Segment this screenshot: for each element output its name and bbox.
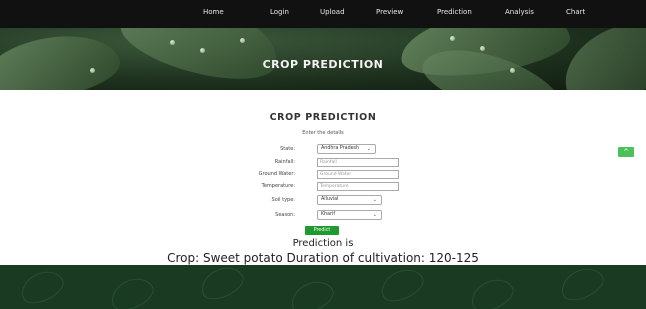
water-drop: [480, 46, 485, 51]
soil-label: Soil type:: [271, 197, 295, 203]
state-value: Andhra Pradesh: [321, 146, 360, 151]
state-row: State: Andhra Pradesh ⌄: [0, 144, 646, 155]
water-drop: [450, 36, 455, 41]
footer-leaf-pattern: [196, 265, 248, 305]
footer-leaf-pattern: [556, 265, 608, 306]
rainfall-row: Rainfall: Rainfall: [0, 158, 646, 168]
water-drop: [240, 38, 245, 43]
groundwater-label: Ground Water:: [258, 171, 295, 177]
footer-leaf-pattern: [16, 265, 68, 309]
footer-leaf-pattern: [286, 275, 338, 309]
chevron-down-icon: ⌄: [372, 197, 377, 203]
nav-login[interactable]: Login: [270, 8, 289, 16]
soil-select[interactable]: Alluvial ⌄: [317, 195, 382, 205]
chevron-up-icon: ^: [623, 148, 629, 156]
nav-upload[interactable]: Upload: [320, 8, 345, 16]
top-nav: Home Login Upload Preview Prediction Ana…: [0, 0, 646, 28]
nav-prediction[interactable]: Prediction: [437, 8, 472, 16]
footer-leaf-pattern: [376, 265, 428, 307]
nav-home[interactable]: Home: [203, 8, 224, 16]
footer-leaf-pattern: [106, 272, 158, 309]
season-row: Season: Kharif ⌄: [0, 210, 646, 221]
season-select[interactable]: Kharif ⌄: [317, 210, 382, 220]
rainfall-label: Rainfall:: [274, 159, 295, 165]
nav-chart[interactable]: Chart: [566, 8, 585, 16]
nav-preview[interactable]: Preview: [376, 8, 403, 16]
season-value: Kharif: [321, 212, 336, 217]
rainfall-input[interactable]: Rainfall: [317, 158, 399, 167]
temperature-row: Temperature: Temperature: [0, 182, 646, 192]
temperature-label: Temperature:: [261, 183, 295, 189]
nav-analysis[interactable]: Analysis: [505, 8, 534, 16]
water-drop: [170, 40, 175, 45]
water-drop: [200, 48, 205, 53]
soil-row: Soil type: Alluvial ⌄: [0, 195, 646, 206]
hero-banner: CROP PREDICTION: [0, 28, 646, 90]
footer-leaf-pattern: [466, 273, 518, 309]
predict-button[interactable]: Predict: [305, 226, 339, 235]
soil-value: Alluvial: [321, 197, 339, 202]
footer: [0, 265, 646, 309]
prediction-result: Crop: Sweet potato Duration of cultivati…: [167, 251, 479, 265]
season-label: Season:: [275, 212, 295, 218]
state-label: State:: [280, 146, 295, 152]
groundwater-row: Ground Water: Ground Water: [0, 170, 646, 180]
chevron-down-icon: ⌄: [366, 146, 371, 152]
chevron-down-icon: ⌄: [372, 212, 377, 218]
hero-title: CROP PREDICTION: [262, 58, 384, 71]
form-title: CROP PREDICTION: [269, 112, 377, 123]
prediction-label: Prediction is: [292, 238, 354, 249]
state-select[interactable]: Andhra Pradesh ⌄: [317, 144, 376, 154]
temperature-input[interactable]: Temperature: [317, 182, 399, 191]
scroll-top-button[interactable]: ^: [618, 147, 634, 157]
form-subtitle: Enter the details: [302, 130, 344, 136]
groundwater-input[interactable]: Ground Water: [317, 170, 399, 179]
